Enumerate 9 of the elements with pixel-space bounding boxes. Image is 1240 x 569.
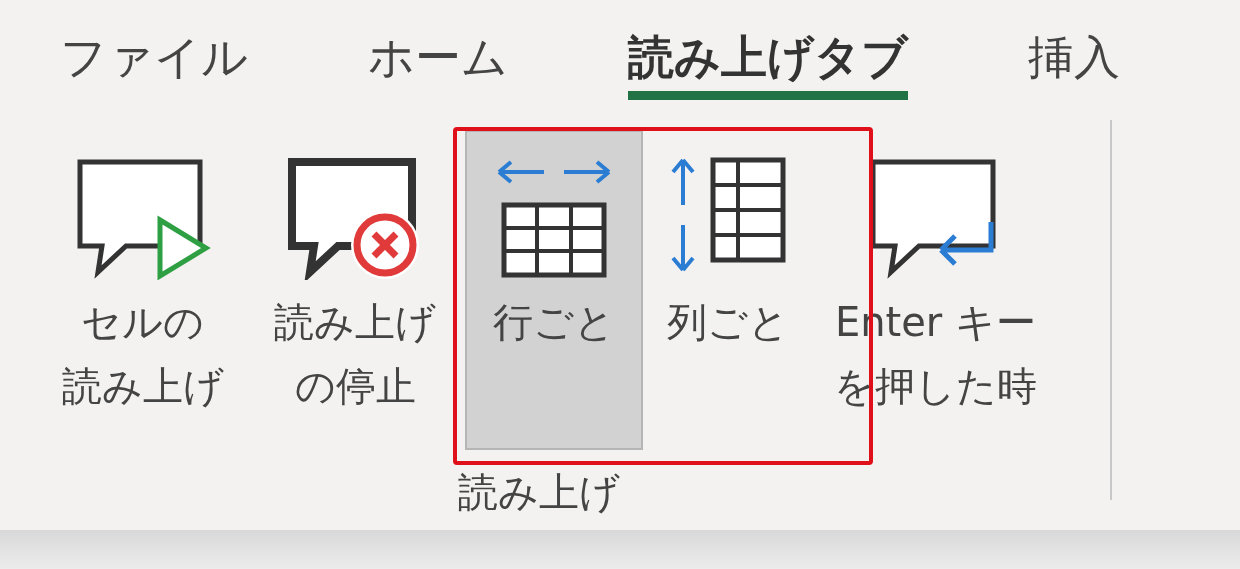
ribbon-tab[interactable]: ファイル (60, 20, 248, 100)
ribbon-button[interactable]: セルの 読み上げ (40, 130, 245, 450)
ribbon-tab[interactable]: 読み上げタブ (628, 20, 908, 100)
ribbon-button[interactable]: 読み上げ の停止 (255, 130, 455, 450)
ribbon-tab[interactable]: 挿入 (1028, 20, 1120, 100)
ribbon-button[interactable]: 行ごと (465, 130, 643, 450)
ribbon-tab[interactable]: ホーム (368, 20, 508, 100)
ribbon-button[interactable]: 列ごと (653, 130, 803, 450)
group-label: 読み上げ (458, 468, 620, 517)
